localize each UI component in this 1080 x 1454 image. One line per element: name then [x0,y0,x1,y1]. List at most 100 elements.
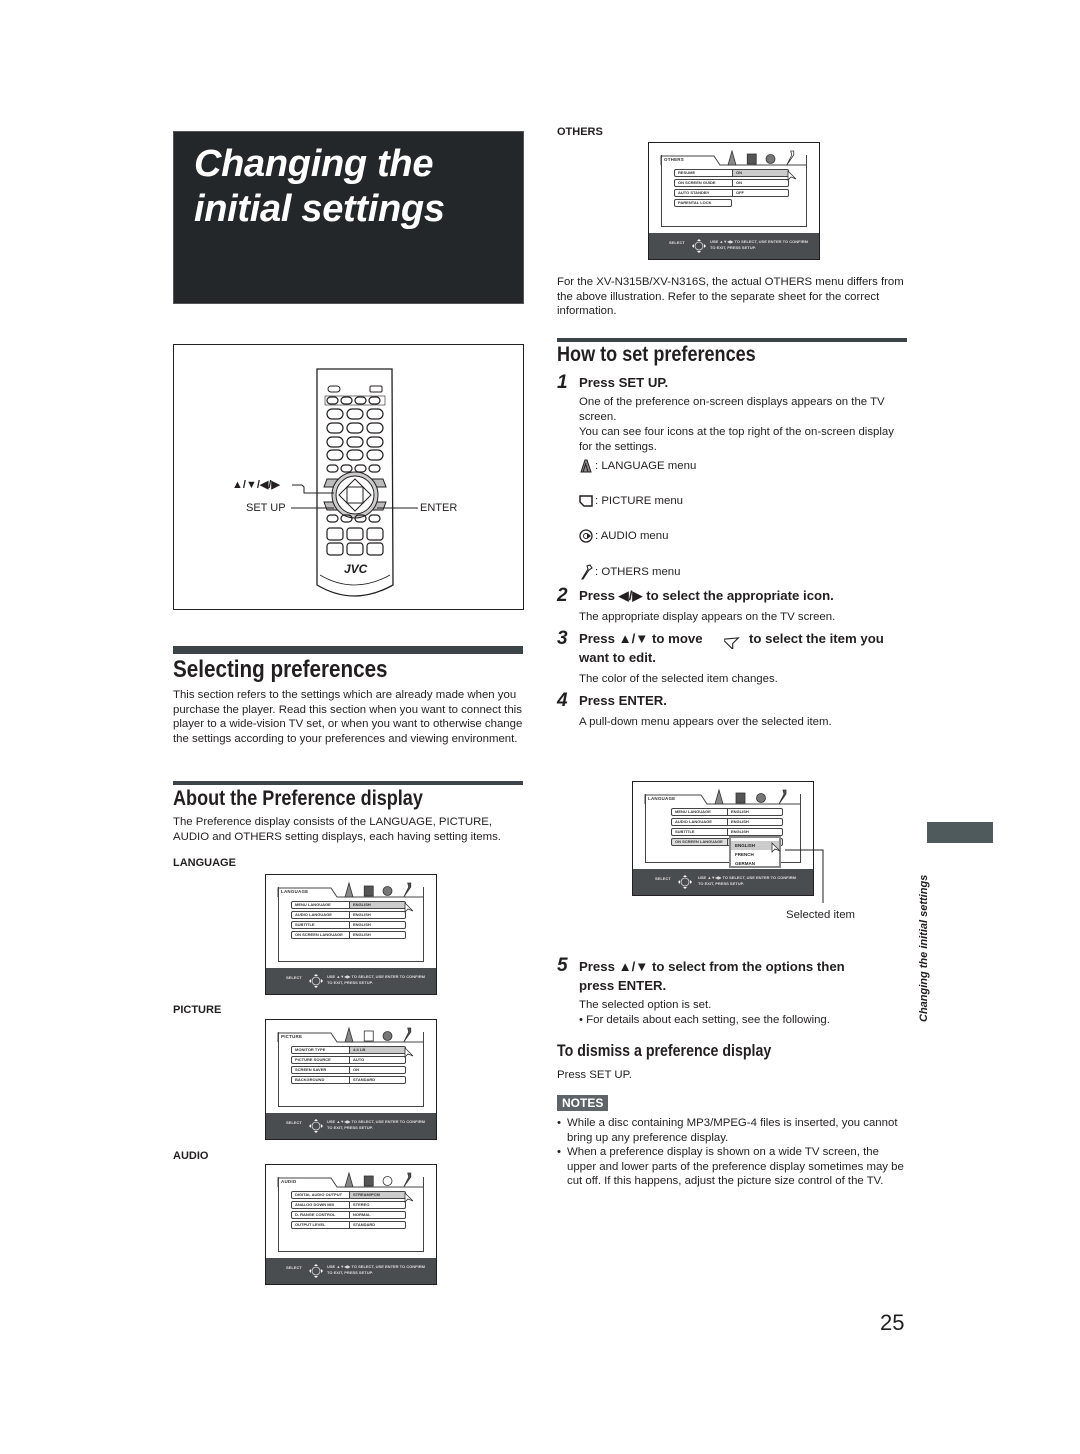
audio-icon [382,1031,393,1041]
osd-setting-value: NORMAL [353,1212,371,1217]
step-1-body-a: One of the preference on-screen displays… [579,396,885,423]
audio-icon [756,793,766,803]
osd-setting-value: 4:3 LB [350,1047,405,1053]
dpad-icon [678,875,692,889]
language-icon [727,149,737,166]
step-1-number: 1 [557,372,568,393]
dismiss-body: Press SET UP. [557,1069,632,1081]
others-screen-label: OTHERS [557,126,603,138]
step-4-body: A pull-down menu appears over the select… [579,716,832,728]
others-icon [786,150,795,166]
osd-setting-row: SCREEN SAVER ON [291,1066,406,1074]
osd-setting-value: ENGLISH [353,912,371,917]
osd-setting-value: STEREO [353,1202,370,1207]
osd-setting-row: AUTO STANDBY OFF [674,189,789,197]
picture-icon [363,1030,374,1042]
osd-setting-name: SUBTITLE [292,922,350,928]
audio-icon [382,886,393,896]
language-screen-label: LANGUAGE [173,857,236,869]
selecting-heading: Selecting preferences [173,656,388,683]
chapter-title-line1: Changing the [194,143,434,185]
step-4-title: Press ENTER. [579,693,667,708]
osd-setting-value: ENGLISH [731,829,749,834]
picture-screen-label: PICTURE [173,1004,222,1016]
others-icon [403,882,412,898]
others-icon [403,1027,412,1043]
osd-setting-row: D. RANGE CONTROL NORMAL [291,1211,406,1219]
step-1-title: Press SET UP. [579,375,669,390]
osd-select-label: SELECT [669,240,685,245]
language-icon [580,459,592,473]
picture-icon [363,885,374,897]
step-1-body-b: You can see four icons at the top right … [579,426,894,453]
osd-help-line: TO EXIT, PRESS SETUP. [710,245,756,250]
osd-setting-row: SUBTITLE ENGLISH [671,828,783,836]
osd-setting-value: ENGLISH [353,932,371,937]
osd-help-text: USE ▲▼◀▶ TO SELECT, USE ENTER TO CONFIRM… [327,1119,425,1131]
how-to-heading: How to set preferences [557,343,756,366]
step-3-body: The color of the selected item changes. [579,673,778,685]
osd-setting-value: OFF [736,190,744,195]
audio-icon [579,529,593,543]
legend-picture: : PICTURE menu [579,494,683,509]
step-5-number: 5 [557,955,568,976]
osd-setting-name: DIGITAL AUDIO OUTPUT [292,1192,350,1198]
step-2-title: Press ◀/▶ to select the appropriate icon… [579,588,834,603]
osd-setting-value: ENGLISH [353,922,371,927]
others-note: For the XV-N315B/XV-N316S, the actual OT… [557,276,904,318]
section-rule [173,646,523,654]
osd-setting-name: AUDIO LANGUAGE [292,912,350,918]
osd-setting-name: SCREEN SAVER [292,1067,350,1073]
selected-item-callout: Selected item [786,909,856,921]
pulldown-option: GERMAN [735,861,755,866]
legend-others-label: : OTHERS menu [595,565,681,578]
step-2-body: The appropriate display appears on the T… [579,611,836,623]
osd-help-text: USE ▲▼◀▶ TO SELECT, USE ENTER TO CONFIRM… [327,974,425,986]
osd-setting-row: ON SCREEN LANGUAGE ENGLISH [291,931,406,939]
osd-setting-name: PICTURE SOURCE [292,1057,350,1063]
osd-help-line: TO EXIT, PRESS SETUP. [327,980,373,985]
osd-setting-row: ON SCREEN GUIDE ON [674,179,789,187]
step-5-title-a: Press ▲/▼ to select from the options the… [579,959,845,974]
legend-language: : LANGUAGE menu [579,459,696,474]
osd-setting-name: ON SCREEN GUIDE [675,180,733,186]
notes-badge: NOTES [557,1095,609,1111]
osd-setting-row: BACKGROUND STANDARD [291,1076,406,1084]
osd-select-label: SELECT [286,1265,302,1270]
picture-icon [363,1175,374,1187]
osd-help-bar: SELECT USE ▲▼◀▶ TO SELECT, USE ENTER TO C… [266,1113,436,1139]
cursor-pointer-icon [404,1047,414,1058]
osd-setting-row: RESUME ON [674,169,789,177]
osd-setting-value: STREAM/PCM [350,1192,405,1198]
cursor-pointer-icon [724,637,740,649]
enter-key-label: ENTER [420,502,458,514]
language-osd-screen: LANGUAGE MENU LANGUAGE ENGLISH AUDIO LANGUA… [265,874,437,995]
osd-setting-name: D. RANGE CONTROL [292,1212,350,1218]
dpad-icon [309,1264,323,1278]
osd-setting-value: ON [353,1067,359,1072]
osd-setting-name: RESUME [675,170,733,176]
osd-setting-name: MENU LANGUAGE [672,809,728,815]
osd-setting-name: ON SCREEN LANGUAGE [292,932,350,938]
others-icon [778,789,787,805]
osd-setting-name: AUDIO LANGUAGE [672,819,728,825]
language-icon [344,881,354,898]
dpad-icon [692,239,706,253]
osd-setting-value: STANDARD [353,1222,376,1227]
osd-setting-value: ON [736,180,742,185]
osd-setting-value: ON [733,170,788,176]
about-heading: About the Preference display [173,787,423,810]
cursor-pointer-icon [404,1192,414,1203]
osd-setting-row: ANALOG DOWN MIX STEREO [291,1201,406,1209]
osd-help-bar: SELECT USE ▲▼◀▶ TO SELECT, USE ENTER TO C… [266,1258,436,1284]
cursor-pointer-icon [787,170,797,181]
jvc-logo: JVC [344,562,368,576]
osd-setting-value: AUTO [353,1057,365,1062]
osd-setting-row: MENU LANGUAGE ENGLISH [291,901,406,909]
chapter-side-label-text: Changing the initial settings [918,874,930,1022]
chapter-side-label: Changing the initial settings [918,852,942,1022]
legend-picture-label: : PICTURE menu [595,495,683,507]
osd-setting-name: PARENTAL LOCK [678,200,712,205]
osd-setting-name: MENU LANGUAGE [292,902,350,908]
osd-setting-value: STANDARD [353,1077,376,1082]
